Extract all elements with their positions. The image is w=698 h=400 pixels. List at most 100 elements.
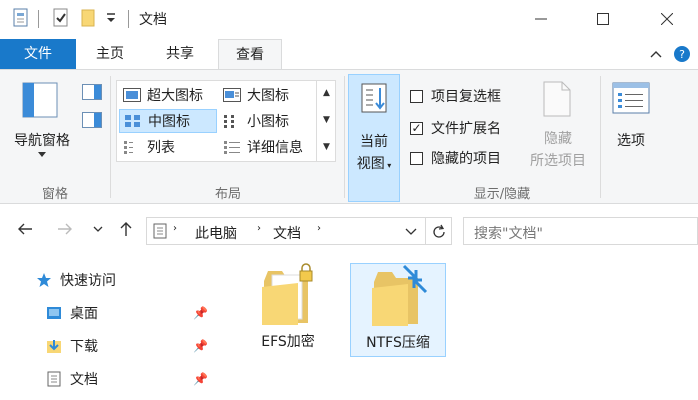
hide-selected-label-1: 隐藏: [544, 131, 572, 147]
tab-file[interactable]: 文件: [0, 39, 76, 69]
gallery-expand-icon[interactable]: ▼: [317, 134, 336, 161]
tab-home[interactable]: 主页: [84, 39, 136, 69]
current-view-label-1: 当前: [360, 134, 388, 150]
address-bar[interactable]: › 此电脑 › 文档 ›: [146, 217, 452, 245]
nav-item-desktop[interactable]: 桌面 📌: [46, 300, 208, 326]
group-separator: [600, 76, 601, 198]
file-item-ntfs[interactable]: NTFS压缩: [350, 263, 446, 357]
downloads-folder-icon: [47, 340, 61, 353]
navigation-pane-icon: [22, 82, 58, 118]
file-extensions-checkbox[interactable]: ✓: [410, 121, 423, 135]
layout-gallery: 超大图标 大图标 中图标 小图标 列表 详细信息: [116, 80, 336, 162]
current-view-button[interactable]: 当前 视图 ▾: [348, 74, 400, 202]
layout-list[interactable]: 列表: [119, 135, 217, 159]
dropdown-arrow-icon: ▾: [384, 161, 392, 170]
breadcrumb-separator-icon[interactable]: ›: [317, 223, 321, 234]
navigation-pane: 快速访问 桌面 📌 下载 📌 文档 📌: [0, 253, 218, 400]
options-label: 选项: [617, 133, 645, 149]
gallery-scroll-up-icon[interactable]: ▲: [317, 80, 336, 107]
options-button[interactable]: 选项: [606, 78, 656, 178]
gallery-scroll-down-icon[interactable]: ▼: [317, 107, 336, 134]
layout-gallery-scroller: ▲ ▼ ▼: [316, 80, 336, 162]
file-extensions-toggle[interactable]: ✓ 文件扩展名: [410, 116, 501, 140]
help-button[interactable]: ?: [670, 39, 694, 69]
nav-item-desktop-label: 桌面: [70, 306, 98, 322]
nav-pane-button[interactable]: 导航窗格: [6, 76, 78, 176]
hidden-items-label: 隐藏的项目: [431, 151, 501, 167]
refresh-icon[interactable]: [431, 224, 447, 240]
layout-large-label: 大图标: [247, 88, 289, 104]
arrow-left-icon: [18, 223, 32, 235]
sort-by-icon: [361, 83, 387, 113]
file-name-ntfs: NTFS压缩: [366, 335, 430, 351]
layout-small-icons[interactable]: 小图标: [219, 109, 317, 133]
pin-icon[interactable]: 📌: [193, 306, 208, 320]
window-title: 文档: [139, 12, 167, 28]
back-button[interactable]: [10, 215, 40, 243]
encrypted-folder-icon: [262, 263, 313, 325]
collapse-ribbon-button[interactable]: [644, 39, 668, 69]
hidden-items-checkbox[interactable]: [410, 151, 423, 165]
nav-pane-label: 导航窗格: [14, 133, 70, 149]
file-item-efs[interactable]: EFS加密: [240, 263, 336, 357]
chevron-down-icon: [93, 226, 103, 232]
tab-share[interactable]: 共享: [152, 39, 208, 69]
item-checkboxes-toggle[interactable]: 项目复选框: [410, 84, 501, 108]
up-button[interactable]: [112, 215, 140, 243]
breadcrumb-documents[interactable]: 文档: [273, 223, 301, 243]
hide-selected-icon: [543, 81, 571, 117]
layout-small-label: 小图标: [247, 114, 289, 130]
maximize-icon: [597, 13, 609, 25]
svg-text:?: ?: [679, 48, 685, 61]
hide-selected-label-2: 所选项目: [530, 153, 586, 169]
forward-button[interactable]: [50, 215, 80, 243]
details-view-icon: [224, 141, 240, 154]
breadcrumb-separator-icon[interactable]: ›: [173, 223, 177, 234]
chevron-down-icon[interactable]: [405, 228, 417, 236]
nav-item-downloads[interactable]: 下载 📌: [46, 333, 208, 359]
layout-details[interactable]: 详细信息: [219, 135, 317, 159]
nav-item-downloads-label: 下载: [70, 339, 98, 355]
title-bar: 文档: [0, 0, 698, 38]
preview-pane-button[interactable]: [82, 84, 102, 104]
pin-icon[interactable]: 📌: [193, 339, 208, 353]
breadcrumb-separator-icon[interactable]: ›: [257, 223, 261, 234]
layout-extra-large-icons[interactable]: 超大图标: [119, 83, 217, 107]
group-label-layout: 布局: [214, 187, 241, 202]
close-button[interactable]: [638, 0, 696, 38]
layout-large-icons[interactable]: 大图标: [219, 83, 317, 107]
minimize-button[interactable]: [512, 0, 570, 38]
breadcrumb-this-pc[interactable]: 此电脑: [195, 223, 237, 243]
hide-selected-items-button[interactable]: 隐藏 所选项目: [520, 78, 596, 178]
pin-icon[interactable]: 📌: [193, 372, 208, 386]
file-extensions-label: 文件扩展名: [431, 121, 501, 137]
tab-view[interactable]: 查看: [218, 39, 282, 70]
star-icon: [37, 273, 51, 287]
nav-item-documents[interactable]: 文档 📌: [46, 366, 208, 392]
document-folder-icon: [153, 223, 167, 239]
recent-locations-button[interactable]: [88, 215, 108, 243]
search-input[interactable]: 搜索"文档": [474, 223, 543, 243]
layout-medium-icons[interactable]: 中图标: [119, 109, 217, 133]
address-divider: [425, 218, 426, 244]
properties-icon[interactable]: [12, 8, 30, 32]
item-checkboxes-checkbox[interactable]: [410, 89, 423, 103]
search-box[interactable]: 搜索"文档": [463, 217, 698, 245]
large-icons-icon: [223, 88, 241, 102]
group-label-show-hide: 显示/隐藏: [473, 187, 531, 202]
group-separator: [110, 76, 111, 198]
maximize-button[interactable]: [574, 0, 632, 38]
check-icon[interactable]: [52, 8, 70, 32]
folder-icon[interactable]: [80, 8, 96, 32]
details-pane-button[interactable]: [82, 112, 102, 132]
ribbon-tabs: 文件 主页 共享 查看 ?: [0, 39, 698, 70]
ribbon-view-panel: 导航窗格 窗格 超大图标 大图标 中图标 小图标 列表 详细信息 ▲ ▼ ▼ 布…: [0, 69, 698, 204]
layout-extra-large-label: 超大图标: [147, 88, 203, 104]
address-toolbar: › 此电脑 › 文档 › 搜索"文档": [0, 205, 698, 253]
dropdown-arrow-icon[interactable]: [106, 10, 116, 30]
nav-quick-access-label: 快速访问: [60, 273, 116, 289]
arrow-up-icon: [120, 222, 132, 236]
hidden-items-toggle[interactable]: 隐藏的项目: [410, 146, 501, 170]
compressed-folder-icon: [372, 264, 428, 326]
nav-quick-access[interactable]: 快速访问: [36, 267, 206, 293]
